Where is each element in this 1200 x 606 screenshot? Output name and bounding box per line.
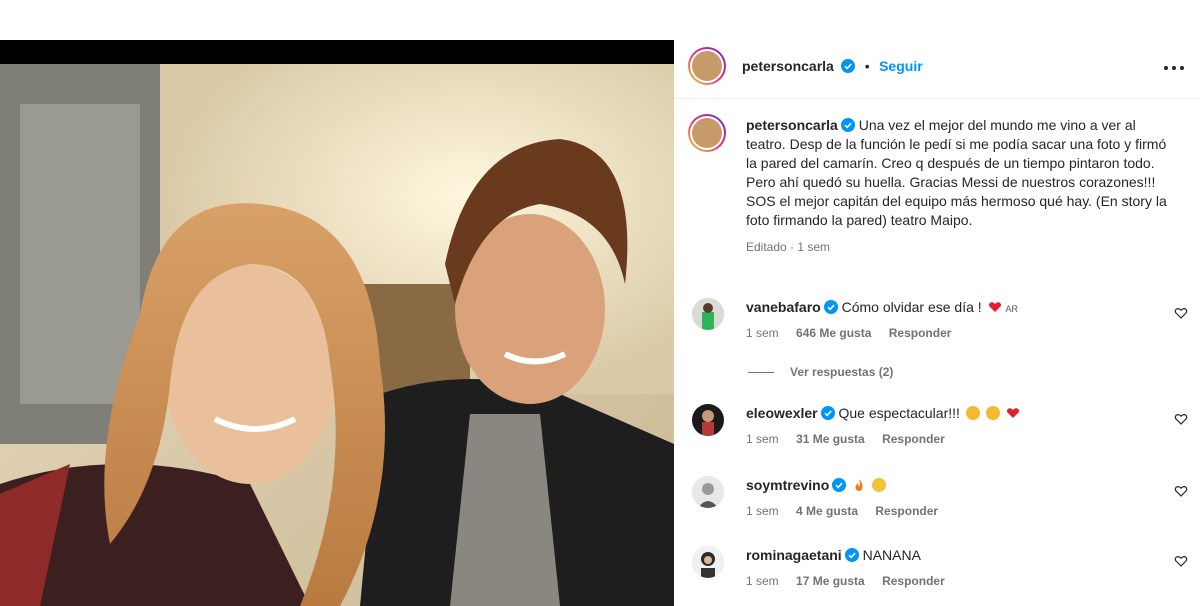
reply-button[interactable]: Responder <box>882 574 945 588</box>
post-side-panel: petersoncarla • Seguir petersoncarla Una… <box>674 40 1200 606</box>
verified-badge-icon <box>840 118 855 132</box>
comment-likes[interactable]: 17 Me gusta <box>796 574 865 588</box>
comment-item: rominagaetani NANANA 1 sem 17 Me gusta R… <box>688 546 1188 606</box>
reply-button[interactable]: Responder <box>875 504 938 518</box>
author-username[interactable]: petersoncarla <box>742 58 834 74</box>
fire-emoji-icon <box>855 479 863 491</box>
replies-line <box>748 372 774 374</box>
face-emoji-icon <box>872 478 887 492</box>
verified-badge-icon <box>832 478 847 492</box>
verified-badge-icon <box>823 300 838 314</box>
comment-time: 1 sem <box>746 326 779 340</box>
clapping-hands-emoji-icon <box>985 406 1000 420</box>
photo-letterbox <box>0 40 674 64</box>
verified-badge-icon <box>844 548 859 562</box>
caption-text: Una vez el mejor del mundo me vino a ver… <box>746 117 1167 228</box>
clapping-hands-emoji-icon <box>965 406 980 420</box>
comment-meta: 1 sem 646 Me gusta Responder <box>746 326 965 340</box>
comment-item: vanebafaro Cómo olvidar ese día ! AR 1 s… <box>688 298 1188 358</box>
comment-avatar[interactable] <box>692 404 724 436</box>
red-heart-emoji-icon <box>988 302 1001 312</box>
red-heart-emoji-icon <box>1006 408 1019 418</box>
comment-item: eleowexler Que espectacular!!! 1 sem 31 … <box>688 404 1188 464</box>
comment-username[interactable]: vanebafaro <box>746 299 821 315</box>
comment-avatar[interactable] <box>692 298 724 330</box>
view-replies-label: Ver respuestas (2) <box>790 365 894 379</box>
comment-body: rominagaetani NANANA <box>746 546 1146 564</box>
comment-username[interactable]: rominagaetani <box>746 547 842 563</box>
comment-likes[interactable]: 646 Me gusta <box>796 326 871 340</box>
caption-avatar[interactable] <box>688 114 726 152</box>
heart-outline-icon[interactable] <box>1174 484 1188 498</box>
comment-avatar[interactable] <box>692 546 724 578</box>
comment-item: soymtrevino 1 sem 4 Me gusta Responder <box>688 476 1188 536</box>
heart-outline-icon[interactable] <box>1174 554 1188 568</box>
heart-outline-icon[interactable] <box>1174 412 1188 426</box>
comment-time: 1 sem <box>746 504 779 518</box>
comment-body: vanebafaro Cómo olvidar ese día ! AR <box>746 298 1146 318</box>
reply-button[interactable]: Responder <box>882 432 945 446</box>
verified-badge-icon <box>820 406 835 420</box>
comment-meta: 1 sem 4 Me gusta Responder <box>746 504 952 518</box>
separator-dot: • <box>864 58 870 74</box>
more-options-icon[interactable] <box>1162 58 1186 78</box>
comment-username[interactable]: soymtrevino <box>746 477 829 493</box>
reply-button[interactable]: Responder <box>889 326 952 340</box>
photo-image <box>0 64 674 606</box>
view-replies-link[interactable]: Ver respuestas (2) <box>748 365 893 379</box>
caption-text-block: petersoncarla Una vez el mejor del mundo… <box>746 116 1176 257</box>
comment-username[interactable]: eleowexler <box>746 405 818 421</box>
caption-meta: Editado · 1 sem <box>746 240 831 254</box>
comment-time: 1 sem <box>746 432 779 446</box>
comment-body: soymtrevino <box>746 476 1146 494</box>
comment-text: NANANA <box>862 547 921 563</box>
flag-ar-label: AR <box>1005 304 1018 314</box>
comment-time: 1 sem <box>746 574 779 588</box>
top-whitespace <box>0 0 1200 40</box>
post-header: petersoncarla • Seguir <box>674 40 1200 99</box>
post-photo[interactable] <box>0 40 674 606</box>
comment-text: Que espectacular!!! <box>838 405 960 421</box>
heart-outline-icon[interactable] <box>1174 306 1188 320</box>
comment-text: Cómo olvidar ese día ! <box>841 299 982 315</box>
follow-button[interactable]: Seguir <box>879 58 923 74</box>
verified-badge-icon <box>841 59 856 73</box>
comment-body: eleowexler Que espectacular!!! <box>746 404 1146 422</box>
comment-avatar[interactable] <box>692 476 724 508</box>
caption-username[interactable]: petersoncarla <box>746 117 838 133</box>
comment-likes[interactable]: 4 Me gusta <box>796 504 858 518</box>
comment-likes[interactable]: 31 Me gusta <box>796 432 865 446</box>
comment-meta: 1 sem 17 Me gusta Responder <box>746 574 959 588</box>
author-avatar[interactable] <box>688 47 726 85</box>
comment-meta: 1 sem 31 Me gusta Responder <box>746 432 959 446</box>
